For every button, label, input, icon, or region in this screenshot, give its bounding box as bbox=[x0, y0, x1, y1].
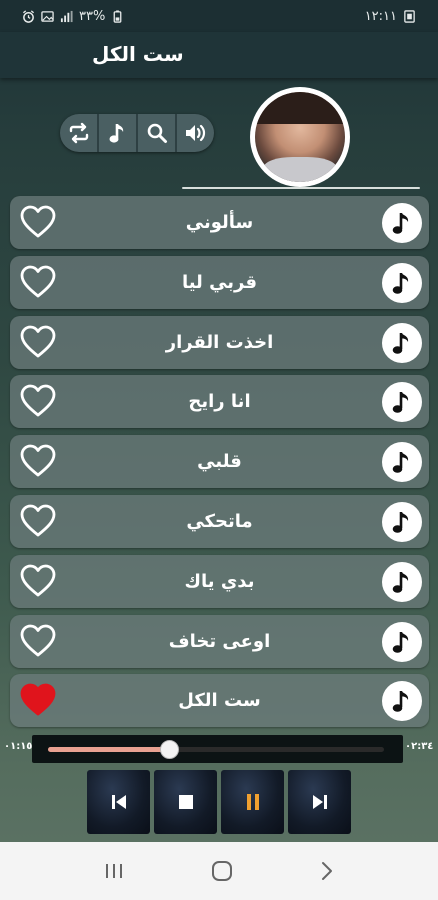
favorite-heart-icon[interactable] bbox=[20, 624, 56, 658]
song-title: قربي ليا bbox=[181, 271, 258, 293]
play-song-button[interactable] bbox=[382, 382, 422, 423]
seek-bar[interactable] bbox=[32, 735, 403, 763]
total-time: ٠٢:٣٤ bbox=[405, 741, 434, 752]
status-left: ٣٣% bbox=[22, 9, 124, 24]
play-song-button[interactable] bbox=[382, 621, 422, 662]
next-button[interactable] bbox=[288, 770, 351, 834]
status-right: ١٢:١١ bbox=[365, 9, 416, 24]
song-list: سألوني قربي ليا اخذت القرار انا رايح قلبي مات… bbox=[10, 196, 429, 734]
status-time: ١٢:١١ bbox=[364, 8, 397, 24]
favorite-heart-icon[interactable] bbox=[20, 325, 56, 359]
song-row[interactable]: بدي ياك bbox=[10, 554, 429, 608]
song-row[interactable]: سألوني bbox=[10, 196, 429, 249]
home-icon[interactable] bbox=[211, 860, 233, 882]
song-title: اوعى تخاف bbox=[168, 630, 271, 652]
song-title: سألوني bbox=[185, 212, 254, 233]
signal-icon bbox=[60, 10, 73, 22]
song-row[interactable]: ست الكل bbox=[10, 674, 429, 728]
divider bbox=[182, 187, 420, 189]
favorite-heart-icon[interactable] bbox=[20, 205, 56, 239]
search-icon bbox=[147, 123, 167, 143]
play-song-button[interactable] bbox=[382, 322, 422, 363]
music-note-icon bbox=[392, 691, 409, 713]
song-title: ست الكل bbox=[178, 690, 261, 712]
music-note-icon bbox=[392, 631, 409, 653]
stop-icon bbox=[178, 795, 193, 809]
song-title: بدي ياك bbox=[184, 570, 255, 592]
system-nav-bar bbox=[0, 842, 438, 900]
song-row[interactable]: اخذت القرار bbox=[10, 315, 429, 369]
music-note-icon bbox=[109, 124, 123, 143]
recent-apps-icon[interactable] bbox=[103, 862, 125, 880]
image-icon bbox=[41, 10, 54, 22]
previous-button[interactable] bbox=[87, 770, 150, 834]
play-song-button[interactable] bbox=[382, 262, 422, 303]
elapsed-time: ٠١:١٥ bbox=[4, 741, 33, 752]
song-title: قلبي bbox=[197, 451, 242, 473]
pause-icon bbox=[246, 794, 259, 810]
favorite-heart-icon[interactable] bbox=[20, 504, 56, 538]
toolbar bbox=[60, 114, 214, 152]
page-title: ست الكل bbox=[92, 42, 184, 66]
alarm-icon bbox=[22, 9, 35, 23]
song-title: اخذت القرار bbox=[165, 331, 274, 353]
battery-percent: ٣٣% bbox=[79, 8, 106, 24]
artist-photo bbox=[255, 92, 345, 182]
back-icon[interactable] bbox=[319, 860, 335, 882]
status-bar: ٣٣% ١٢:١١ bbox=[0, 0, 438, 32]
favorite-heart-icon[interactable] bbox=[20, 265, 56, 299]
artist-avatar bbox=[250, 87, 350, 187]
play-song-button[interactable] bbox=[382, 561, 422, 602]
skip-previous-icon bbox=[111, 795, 126, 809]
sim-icon bbox=[404, 9, 415, 23]
favorite-heart-icon[interactable] bbox=[20, 683, 56, 717]
song-title: ماتحكي bbox=[186, 510, 253, 532]
song-title: انا رايح bbox=[188, 391, 251, 413]
pause-button[interactable] bbox=[221, 770, 284, 834]
favorite-heart-icon[interactable] bbox=[20, 564, 56, 598]
song-row[interactable]: اوعى تخاف bbox=[10, 614, 429, 668]
volume-button[interactable] bbox=[177, 114, 214, 152]
music-note-icon bbox=[392, 213, 409, 234]
search-button[interactable] bbox=[138, 114, 177, 152]
song-row[interactable]: انا رايح bbox=[10, 375, 429, 429]
skip-next-icon bbox=[312, 795, 327, 809]
favorite-heart-icon[interactable] bbox=[20, 384, 56, 418]
music-note-icon bbox=[392, 392, 409, 414]
music-note-icon bbox=[392, 332, 409, 354]
song-row[interactable]: قربي ليا bbox=[10, 255, 429, 309]
repeat-icon bbox=[69, 122, 88, 144]
play-song-button[interactable] bbox=[382, 442, 422, 483]
play-song-button[interactable] bbox=[382, 203, 422, 243]
battery-icon bbox=[113, 9, 122, 23]
song-row[interactable]: قلبي bbox=[10, 435, 429, 489]
stop-button[interactable] bbox=[154, 770, 217, 834]
seek-thumb[interactable] bbox=[159, 740, 179, 759]
seek-fill bbox=[48, 747, 169, 752]
song-row[interactable]: ماتحكي bbox=[10, 494, 429, 548]
favorite-heart-icon[interactable] bbox=[20, 444, 56, 478]
player-controls bbox=[87, 770, 351, 834]
app-header: ست الكل bbox=[0, 32, 438, 78]
music-button[interactable] bbox=[99, 114, 138, 152]
music-note-icon bbox=[392, 452, 409, 473]
music-note-icon bbox=[392, 272, 409, 294]
volume-icon bbox=[185, 124, 205, 142]
repeat-button[interactable] bbox=[60, 114, 99, 152]
music-note-icon bbox=[392, 511, 409, 533]
play-song-button[interactable] bbox=[382, 681, 422, 722]
music-note-icon bbox=[392, 571, 409, 593]
play-song-button[interactable] bbox=[382, 501, 422, 542]
seek-track[interactable] bbox=[48, 740, 384, 759]
